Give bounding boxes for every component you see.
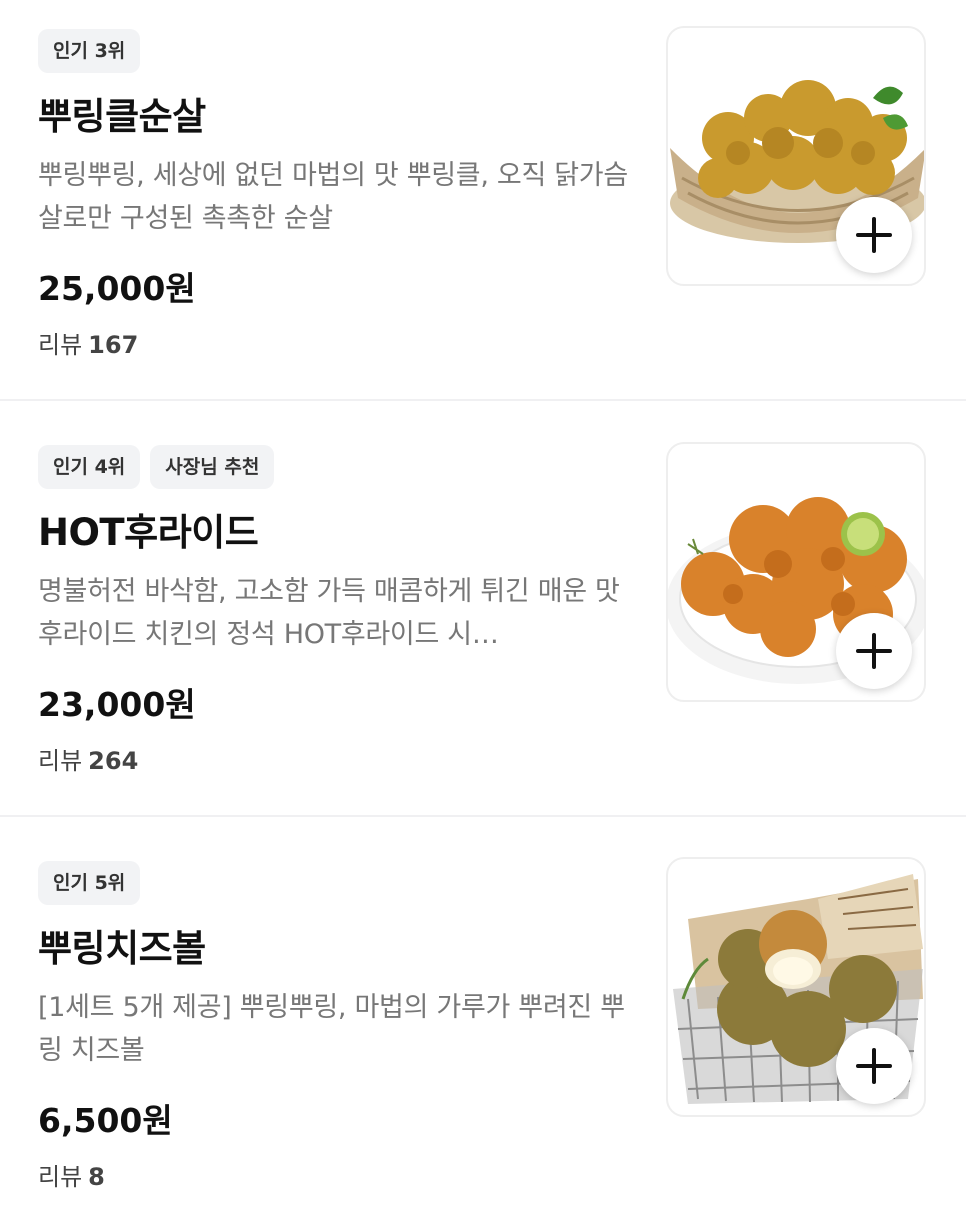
- review-label: 리뷰: [38, 1163, 83, 1191]
- menu-item[interactable]: 인기 5위 뿌링치즈볼 [1세트 5개 제공] 뿌링뿌링, 마법의 가루가 뿌려…: [0, 817, 966, 1219]
- owner-recommend-badge: 사장님 추천: [150, 445, 275, 489]
- add-to-cart-button[interactable]: [836, 1028, 912, 1104]
- item-name: 뿌링클순살: [38, 95, 206, 138]
- menu-list: 인기 3위 뿌링클순살 뿌링뿌링, 세상에 없던 마법의 맛 뿌링클, 오직 닭…: [0, 0, 966, 1219]
- menu-item[interactable]: 인기 3위 뿌링클순살 뿌링뿌링, 세상에 없던 마법의 맛 뿌링클, 오직 닭…: [0, 0, 966, 400]
- review-label: 리뷰: [38, 331, 83, 359]
- review-count: 8: [88, 1163, 105, 1191]
- menu-item[interactable]: 인기 4위 사장님 추천 HOT후라이드 명불허전 바삭함, 고소함 가득 매콤…: [0, 401, 966, 816]
- popularity-badge: 인기 5위: [38, 861, 141, 905]
- item-review: 리뷰 8: [38, 1157, 105, 1192]
- review-count: 167: [88, 331, 139, 359]
- item-price: 23,000원: [38, 685, 196, 724]
- plus-icon: [856, 1048, 892, 1084]
- item-price: 25,000원: [38, 269, 196, 308]
- review-label: 리뷰: [38, 747, 83, 775]
- badge-group: 인기 3위: [38, 29, 141, 73]
- item-review: 리뷰 167: [38, 325, 138, 360]
- add-to-cart-button[interactable]: [836, 613, 912, 689]
- plus-icon: [856, 217, 892, 253]
- add-to-cart-button[interactable]: [836, 197, 912, 273]
- item-review: 리뷰 264: [38, 741, 138, 776]
- item-description: 뿌링뿌링, 세상에 없던 마법의 맛 뿌링클, 오직 닭가슴살로만 구성된 촉촉…: [38, 160, 628, 234]
- popularity-badge: 인기 4위: [38, 445, 141, 489]
- badge-group: 인기 5위: [38, 861, 141, 905]
- item-name: 뿌링치즈볼: [38, 927, 206, 970]
- plus-icon: [856, 633, 892, 669]
- review-count: 264: [88, 747, 139, 775]
- badge-group: 인기 4위 사장님 추천: [38, 445, 275, 489]
- item-description: [1세트 5개 제공] 뿌링뿌링, 마법의 가루가 뿌려진 뿌링 치즈볼: [38, 992, 625, 1066]
- item-description: 명불허전 바삭함, 고소함 가득 매콤하게 튀긴 매운 맛 후라이드 치킨의 정…: [38, 576, 620, 650]
- popularity-badge: 인기 3위: [38, 29, 141, 73]
- item-name: HOT후라이드: [38, 511, 259, 554]
- item-price: 6,500원: [38, 1101, 173, 1140]
